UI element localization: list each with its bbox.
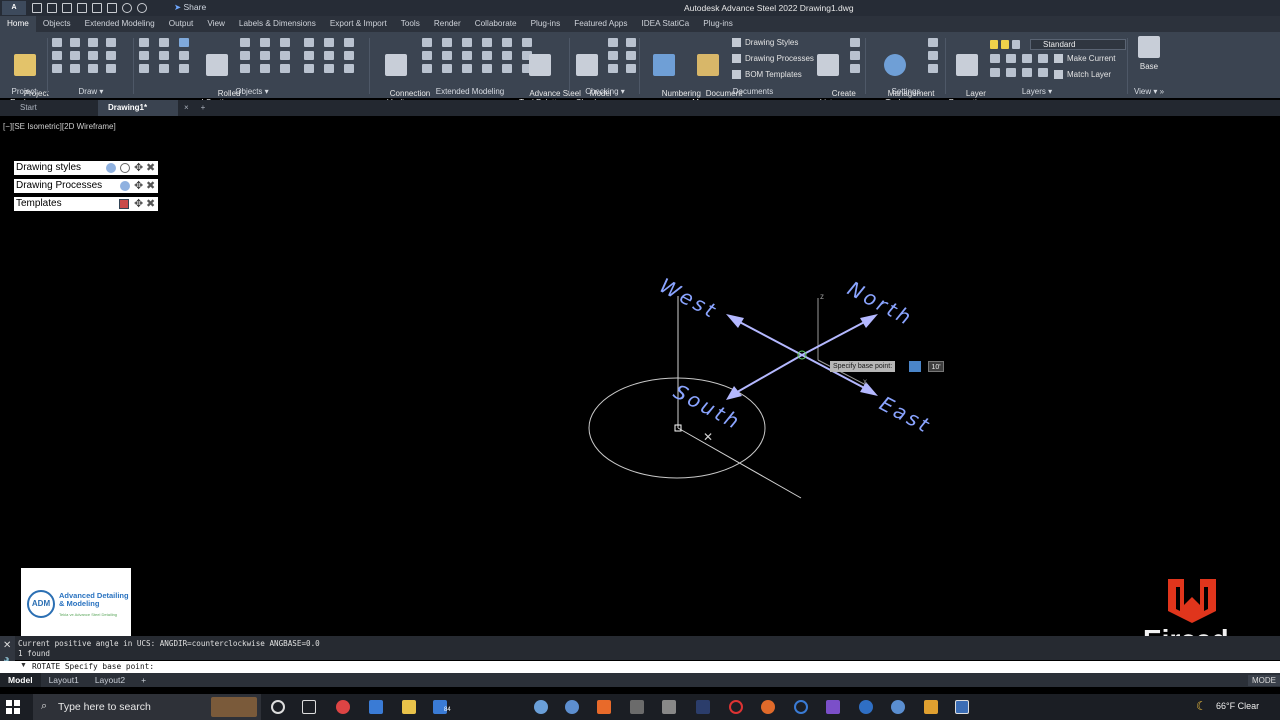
north-arrow[interactable] [801,317,873,356]
close-icon[interactable]: ✖ [146,163,156,174]
south-arrow[interactable] [731,354,803,396]
app-icon[interactable] [826,700,840,714]
adm-logo-name: Advanced Detailing & Modeling [59,591,129,608]
layout-tab-bar: Model Layout1 Layout2 + [0,673,1280,687]
file-explorer-icon[interactable] [402,700,416,714]
command-line-input[interactable]: ▼ ROTATE Specify base point: [0,661,1280,673]
moon-icon: ☾ [1196,699,1207,713]
recorder-icon[interactable] [729,700,743,714]
tab-model[interactable]: Model [0,673,41,687]
search-highlight-image [211,697,257,717]
application-window: A ➤ Share Autodesk Advance Steel 2022 Dr… [0,0,1280,720]
close-icon[interactable]: ✖ [146,181,156,192]
app-icon[interactable] [859,700,873,714]
windows-start-icon[interactable] [6,700,20,714]
move-icon[interactable]: ✥ [134,163,144,174]
flag-icon[interactable] [119,199,129,209]
app-icon[interactable] [696,700,710,714]
search-icon: ⌕ [41,700,48,712]
model-space-canvas[interactable]: ✕ West North South East z x [0,0,1280,720]
ucs-z-label: z [820,292,824,301]
move-icon[interactable]: ✥ [134,199,144,210]
tab-layout1[interactable]: Layout1 [41,673,87,687]
app-icon[interactable] [924,700,938,714]
west-arrowhead [726,314,744,328]
north-arrowhead [860,314,878,328]
advance-steel-taskbar-icon[interactable] [955,700,969,714]
mail-badge: 84 [444,707,451,713]
weather-status[interactable]: 66°F Clear [1216,701,1259,711]
adm-logo-tagline: Tekla ve Advance Steel Detailing [59,612,118,617]
palette-templates[interactable]: Templates ✥ ✖ [14,197,158,211]
viewport-controls[interactable]: [−][SE Isometric][2D Wireframe] [3,122,116,131]
adm-logo: ADM Advanced Detailing & Modeling Tekla … [21,568,131,636]
media-icon[interactable] [662,700,676,714]
firefox-icon[interactable] [761,700,775,714]
taskbar-search-box[interactable]: ⌕ Type here to search [33,694,261,720]
add-layout-button[interactable]: + [133,673,154,687]
palette-label: Drawing styles [16,162,82,173]
task-view-icon[interactable] [302,700,316,714]
west-label[interactable]: West [656,273,722,323]
command-history-line: 1 found [18,649,51,658]
ucs-cross-icon: ✕ [703,430,713,444]
south-arrowhead [726,386,742,400]
adm-logo-mark: ADM [27,590,55,618]
move-icon[interactable]: ✥ [134,181,144,192]
palette-label: Drawing Processes [16,180,103,191]
command-prompt: ROTATE Specify base point: [32,662,155,671]
user-icon[interactable] [120,181,130,191]
ucs-x-label: x [863,377,867,386]
diagonal-line[interactable] [677,427,802,499]
settings-icon[interactable] [120,163,130,173]
eircad-logo-icon [1168,579,1216,623]
dynamic-input-value[interactable]: 10' [928,361,944,372]
app-icon[interactable] [565,700,579,714]
chrome-icon[interactable] [336,700,350,714]
west-arrow[interactable] [731,317,803,356]
palette-drawing-processes[interactable]: Drawing Processes ✥ ✖ [14,179,158,193]
close-icon[interactable]: ✕ [3,640,11,651]
office-icon[interactable] [597,700,611,714]
palette-label: Templates [16,198,62,209]
dynamic-input-prompt: Specify base point: [830,361,896,372]
dynamic-input-icon [909,361,921,372]
east-label[interactable]: East [876,391,936,438]
app-icon[interactable] [630,700,644,714]
browser-icon[interactable] [534,700,548,714]
tab-layout2[interactable]: Layout2 [87,673,133,687]
cortana-icon[interactable] [271,700,285,714]
model-space-toggle[interactable]: MODE [1248,675,1280,686]
windows-taskbar: ⌕ Type here to search 84 ☾ 66°F Clear [0,694,1280,720]
close-icon[interactable]: ✖ [146,199,156,210]
app-icon[interactable] [794,700,808,714]
user-icon[interactable] [106,163,116,173]
palette-drawing-styles[interactable]: Drawing styles ✥ ✖ [14,161,158,175]
command-history-line: Current positive angle in UCS: ANGDIR=co… [18,639,320,648]
app-icon[interactable] [891,700,905,714]
north-label[interactable]: North [844,276,918,330]
command-history: Current positive angle in UCS: ANGDIR=co… [0,636,1280,660]
search-placeholder: Type here to search [58,701,151,713]
store-icon[interactable] [369,700,383,714]
chevron-down-icon[interactable]: ▼ [20,662,27,669]
